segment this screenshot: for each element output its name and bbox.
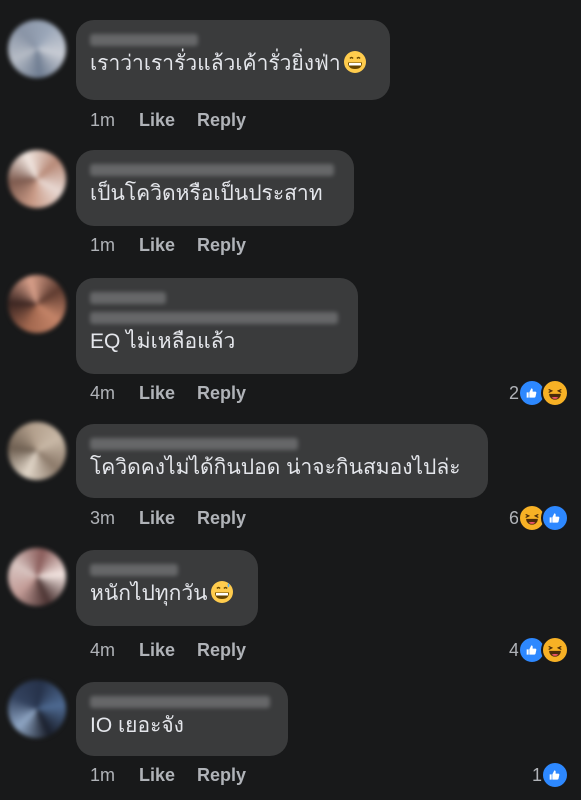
- reply-link[interactable]: Reply: [197, 765, 246, 786]
- commenter-name-line-2: [90, 312, 338, 324]
- commenter-name[interactable]: [90, 164, 334, 176]
- comment-bubble: EQ ไม่เหลือแล้ว: [76, 278, 358, 374]
- comment-bubble: โควิดคงไม่ได้กินปอด น่าจะกินสมองไปล่ะ: [76, 424, 488, 498]
- like-link[interactable]: Like: [139, 110, 175, 131]
- haha-icon: [541, 636, 569, 664]
- reply-link[interactable]: Reply: [197, 640, 246, 661]
- reply-link[interactable]: Reply: [197, 383, 246, 404]
- avatar[interactable]: [8, 680, 66, 738]
- comment-actions: 3m Like Reply: [90, 508, 268, 529]
- avatar[interactable]: [8, 548, 66, 606]
- avatar[interactable]: [8, 422, 66, 480]
- comment-bubble: เราว่าเรารั่วแล้วเค้ารั่วยิ่งฟ่า: [76, 20, 390, 100]
- comment-actions: 1m Like Reply: [90, 765, 268, 786]
- like-icon: [541, 504, 569, 532]
- comment-bubble: เป็นโควิดหรือเป็นประสาท: [76, 150, 354, 226]
- avatar[interactable]: [8, 150, 66, 208]
- comment-text: โควิดคงไม่ได้กินปอด น่าจะกินสมองไปล่ะ: [90, 456, 461, 479]
- like-link[interactable]: Like: [139, 765, 175, 786]
- like-icon: [541, 761, 569, 789]
- avatar[interactable]: [8, 275, 66, 333]
- like-link[interactable]: Like: [139, 508, 175, 529]
- comment-text: เราว่าเรารั่วแล้วเค้ารั่วยิ่งฟ่า: [90, 52, 341, 75]
- comment-time[interactable]: 4m: [90, 383, 115, 404]
- commenter-name[interactable]: [90, 564, 178, 576]
- comment-actions: 4m Like Reply: [90, 383, 268, 404]
- like-link[interactable]: Like: [139, 383, 175, 404]
- comment-time[interactable]: 3m: [90, 508, 115, 529]
- comment-actions: 1m Like Reply: [90, 110, 268, 131]
- grinning-face-icon: [343, 51, 366, 73]
- comment-text: EQ ไม่เหลือแล้ว: [90, 330, 236, 353]
- reply-link[interactable]: Reply: [197, 110, 246, 131]
- comment-time[interactable]: 1m: [90, 235, 115, 256]
- grinning-sweat-face-icon: [210, 581, 233, 603]
- comment-text: IO เยอะจัง: [90, 714, 184, 737]
- reaction-summary[interactable]: 6: [509, 504, 569, 532]
- commenter-name[interactable]: [90, 34, 198, 46]
- comment-time[interactable]: 4m: [90, 640, 115, 661]
- comment-actions: 1m Like Reply: [90, 235, 268, 256]
- reaction-summary[interactable]: 1: [532, 761, 569, 789]
- avatar[interactable]: [8, 20, 66, 78]
- haha-icon: [541, 379, 569, 407]
- comment-actions: 4m Like Reply: [90, 640, 268, 661]
- reaction-summary[interactable]: 2: [509, 379, 569, 407]
- like-link[interactable]: Like: [139, 235, 175, 256]
- comment-text: เป็นโควิดหรือเป็นประสาท: [90, 182, 323, 205]
- comment-bubble: IO เยอะจัง: [76, 682, 288, 756]
- commenter-name[interactable]: [90, 438, 298, 450]
- comment-bubble: หนักไปทุกวัน: [76, 550, 258, 626]
- reply-link[interactable]: Reply: [197, 235, 246, 256]
- reply-link[interactable]: Reply: [197, 508, 246, 529]
- comment-time[interactable]: 1m: [90, 110, 115, 131]
- reaction-summary[interactable]: 4: [509, 636, 569, 664]
- commenter-name[interactable]: [90, 696, 270, 708]
- comment-text: หนักไปทุกวัน: [90, 582, 208, 605]
- comment-time[interactable]: 1m: [90, 765, 115, 786]
- like-link[interactable]: Like: [139, 640, 175, 661]
- commenter-name[interactable]: [90, 292, 166, 304]
